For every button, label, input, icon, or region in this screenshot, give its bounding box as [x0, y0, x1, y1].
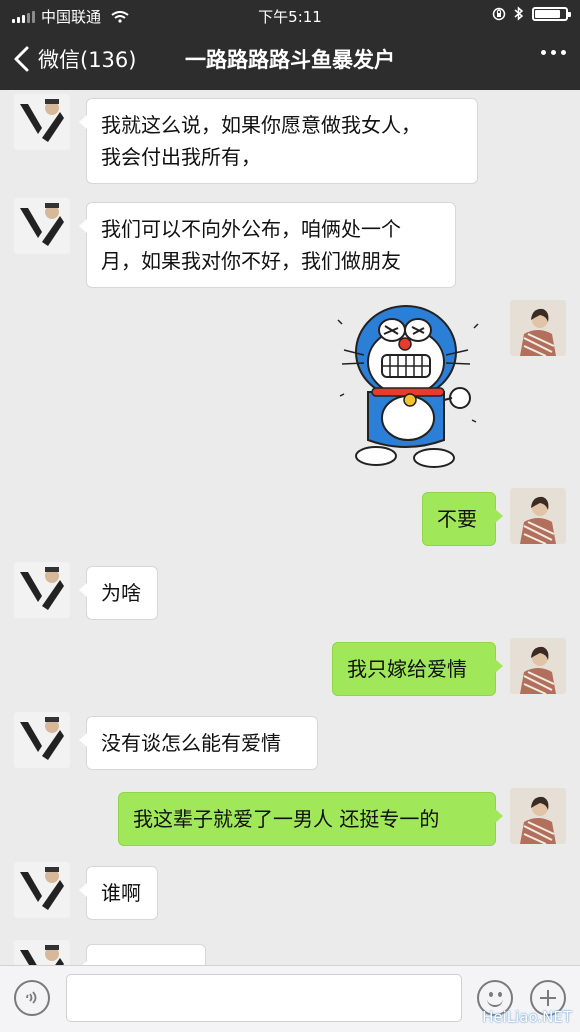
- voice-icon: [26, 991, 37, 1004]
- message-bubble[interactable]: 为啥: [79, 566, 158, 620]
- nav-bar: 微信(136) 一路路路路斗鱼暴发户: [0, 30, 580, 90]
- message-bubble[interactable]: 我们可以不向外公布，咱俩处一个 月，如果我对你不好，我们做朋友: [79, 202, 456, 288]
- message-bubble[interactable]: 不要: [422, 492, 503, 546]
- contact-avatar[interactable]: [14, 94, 70, 150]
- message-bubble[interactable]: 我只嫁给爱情: [332, 642, 503, 696]
- user-avatar[interactable]: [510, 300, 566, 356]
- chevron-left-icon: [14, 46, 29, 72]
- doraemon-sticker[interactable]: [334, 300, 484, 470]
- rotation-lock-icon: [492, 7, 506, 20]
- user-avatar[interactable]: [510, 638, 566, 694]
- input-bar: HeiLiao.NET: [0, 965, 580, 1032]
- voice-button[interactable]: [14, 980, 50, 1016]
- back-label: 微信(136): [38, 48, 137, 72]
- battery-icon: [532, 6, 571, 21]
- contact-avatar[interactable]: [14, 940, 70, 965]
- message-bubble[interactable]: 我就这么说，如果你愿意做我女人， 我会付出我所有，: [79, 98, 478, 184]
- user-avatar[interactable]: [510, 788, 566, 844]
- bluetooth-icon: [514, 6, 524, 21]
- message-bubble[interactable]: 我这辈子就爱了一男人 还挺专一的: [118, 792, 503, 846]
- message-input[interactable]: [66, 974, 462, 1022]
- message-bubble[interactable]: 谁啊: [79, 866, 158, 920]
- contact-avatar[interactable]: [14, 198, 70, 254]
- contact-avatar[interactable]: [14, 862, 70, 918]
- contact-avatar[interactable]: [14, 562, 70, 618]
- watermark: HeiLiao.NET: [482, 1008, 572, 1026]
- chat-area[interactable]: 我就这么说，如果你愿意做我女人， 我会付出我所有， 我们可以不向外公布，咱俩处一…: [0, 90, 580, 965]
- back-button[interactable]: 微信(136): [10, 44, 136, 74]
- status-bar: 中国联通 下午5:11: [0, 0, 580, 30]
- more-dots-icon[interactable]: [541, 50, 566, 55]
- message-bubble[interactable]: [79, 944, 206, 965]
- user-avatar[interactable]: [510, 488, 566, 544]
- message-bubble[interactable]: 没有谈怎么能有爱情: [79, 716, 318, 770]
- contact-avatar[interactable]: [14, 712, 70, 768]
